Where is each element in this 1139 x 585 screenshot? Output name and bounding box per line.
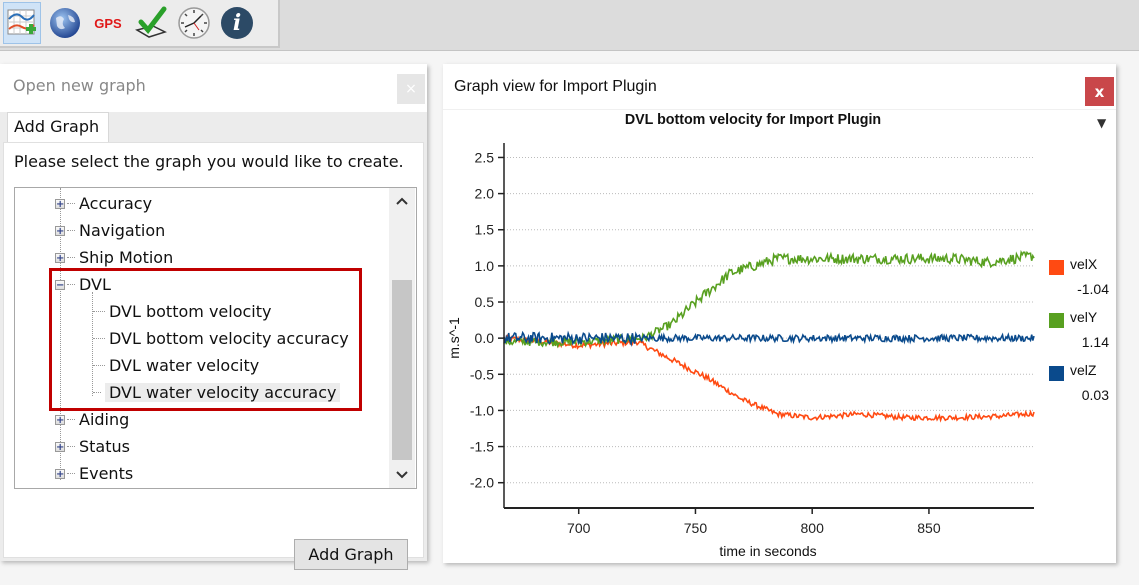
y-tick-label: 1.5 (475, 222, 495, 238)
legend-label-velZ: velZ (1070, 362, 1097, 378)
x-ticks: 700 750 800 850 (567, 508, 941, 536)
tree-item-dvl-water-velocity[interactable]: DVL water velocity (93, 353, 259, 378)
graph-view-panel: Graph view for Import Plugin x DVL botto… (443, 64, 1116, 563)
info-icon: i (221, 7, 253, 39)
legend-value-velZ: 0.03 (1081, 387, 1109, 403)
chevron-down-icon (396, 471, 408, 479)
tree-item-label: DVL water velocity accuracy (105, 383, 341, 402)
legend-label-velY: velY (1070, 309, 1098, 325)
scroll-up-button[interactable] (389, 188, 415, 214)
expand-icon[interactable]: + (55, 198, 65, 209)
tree-item-label: Status (79, 437, 130, 456)
y-tick-label: -2.0 (470, 475, 494, 491)
globe-icon (50, 8, 80, 38)
chart-svg: 2.5 2.0 1.5 1.0 0.5 0.0 -0.5 -1.0 -1.5 -2.0 700 75… (446, 143, 1035, 559)
tree-item-label: Accuracy (79, 194, 153, 213)
chevron-up-icon (396, 197, 408, 205)
series-lines (503, 249, 1035, 423)
legend-value-velX: -1.04 (1077, 281, 1109, 297)
tree-item-dvl-water-velocity-accuracy[interactable]: DVL water velocity accuracy (93, 380, 341, 405)
graph-tree[interactable]: + Accuracy + Navigation + Ship Motion − … (14, 187, 417, 489)
y-axis-label: m.s^-1 (446, 317, 462, 359)
tab-content: Please select the graph you would like t… (3, 142, 424, 570)
y-ticks: 2.5 2.0 1.5 1.0 0.5 0.0 -0.5 -1.0 -1.5 -2.0 (470, 149, 504, 491)
x-tick-label: 750 (684, 520, 708, 536)
y-tick-label: 0.5 (475, 294, 495, 310)
y-tick-label: 0.0 (475, 330, 495, 346)
map-tool-button[interactable] (46, 2, 84, 44)
tree-item-label: Events (79, 464, 134, 483)
legend-value-velY: 1.14 (1081, 334, 1109, 350)
expand-icon[interactable]: + (55, 441, 65, 452)
time-tool-button[interactable] (175, 2, 213, 44)
tree-item-accuracy[interactable]: + Accuracy (55, 191, 152, 216)
tree-item-label: Aiding (79, 410, 130, 429)
y-tick-label: 1.0 (475, 258, 495, 274)
legend-label-velX: velX (1070, 256, 1098, 272)
scroll-thumb[interactable] (392, 280, 412, 460)
legend-swatch-velX (1049, 260, 1064, 275)
graph-add-icon (7, 9, 36, 35)
panel-title: Open new graph (13, 76, 146, 95)
x-axis-label: time in seconds (719, 543, 816, 559)
add-graph-button[interactable]: Add Graph (294, 539, 408, 570)
check-tool-button[interactable] (132, 2, 170, 44)
x-tick-label: 850 (917, 520, 941, 536)
tree-item-navigation[interactable]: + Navigation (55, 218, 165, 243)
y-tick-label: -1.0 (470, 402, 494, 418)
tree-item-dvl[interactable]: − DVL (55, 272, 111, 297)
y-tick-label: 2.0 (475, 186, 495, 202)
instruction-text: Please select the graph you would like t… (14, 152, 404, 171)
x-tick-label: 700 (567, 520, 591, 536)
gps-tool-button[interactable]: GPS (89, 2, 127, 44)
toolbar: GPS i (0, 0, 280, 48)
collapse-icon[interactable]: − (55, 279, 65, 290)
tree-item-label: Navigation (79, 221, 166, 240)
y-tick-label: -1.5 (470, 439, 494, 455)
legend-swatch-velY (1049, 313, 1064, 328)
axes (503, 143, 1034, 509)
clock-icon (178, 7, 210, 39)
tab-add-graph[interactable]: Add Graph (7, 112, 109, 142)
tree-item-events[interactable]: + Events (55, 461, 133, 486)
tree-item-aiding[interactable]: + Aiding (55, 407, 129, 432)
info-glyph: i (232, 10, 242, 36)
expand-icon[interactable]: + (55, 468, 65, 479)
add-graph-tool-button[interactable] (3, 2, 41, 44)
close-panel-button[interactable]: × (397, 74, 425, 104)
x-tick-label: 800 (801, 520, 825, 536)
open-new-graph-panel: Open new graph × Add Graph Please select… (0, 64, 427, 570)
y-tick-label: 2.5 (475, 149, 495, 165)
checkmark-icon (135, 6, 167, 38)
info-tool-button[interactable]: i (218, 2, 256, 44)
close-icon: × (405, 81, 417, 97)
tree-item-dvl-bottom-velocity-accuracy[interactable]: DVL bottom velocity accuracy (93, 326, 349, 351)
legend-swatch-velZ (1049, 366, 1064, 381)
tree-item-label: DVL bottom velocity (109, 302, 272, 321)
tree-item-label: DVL bottom velocity accuracy (109, 329, 349, 348)
tree-item-status[interactable]: + Status (55, 434, 130, 459)
tree-item-label: DVL water velocity (109, 356, 260, 375)
tree-scrollbar[interactable] (389, 188, 415, 488)
expand-icon[interactable]: + (55, 252, 65, 263)
gps-icon: GPS (94, 15, 122, 31)
series-line-velX (503, 334, 1035, 423)
expand-icon[interactable]: + (55, 225, 65, 236)
grid (504, 156, 1034, 484)
tree-item-label: DVL (79, 275, 111, 294)
tree-item-label: Ship Motion (79, 248, 174, 267)
panel-body: Add Graph Please select the graph you wo… (0, 112, 427, 570)
tree-item-ship-motion[interactable]: + Ship Motion (55, 245, 173, 270)
tree-item-dvl-bottom-velocity[interactable]: DVL bottom velocity (93, 299, 271, 324)
expand-icon[interactable]: + (55, 414, 65, 425)
scroll-down-button[interactable] (389, 462, 415, 488)
y-tick-label: -0.5 (470, 366, 494, 382)
